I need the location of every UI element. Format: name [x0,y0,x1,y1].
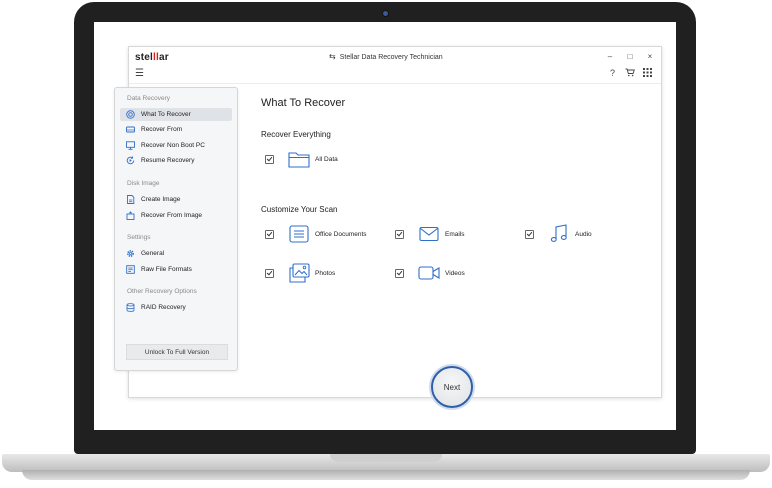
section-settings: Settings [127,234,151,241]
apps-grid-icon[interactable] [643,68,652,79]
stellar-logo: stelllar [135,52,169,63]
unlock-full-version-button[interactable]: Unlock To Full Version [126,344,228,360]
page-title: What To Recover [261,97,346,109]
sidebar-item-what-to-recover[interactable]: What To Recover [120,108,232,121]
option-audio[interactable]: Audio [525,224,592,244]
option-emails[interactable]: Emails [395,224,465,244]
raid-icon [125,303,135,313]
sidebar-item-general[interactable]: General [120,247,232,260]
app-window: stelllar ⇆ Stellar Data Recovery Technici… [114,46,662,408]
menu-icon[interactable]: ☰ [135,68,144,79]
sidebar-item-raw-file-formats[interactable]: Raw File Formats [120,263,232,276]
webcam [383,11,388,16]
sidebar-item-create-image[interactable]: Create Image [120,193,232,206]
folder-icon [288,149,310,169]
target-icon [125,110,135,120]
photos-checkbox[interactable] [265,268,274,278]
sidebar-item-raid-recovery[interactable]: RAID Recovery [120,301,232,314]
next-button[interactable]: Next [431,366,473,408]
video-icon [418,263,440,283]
drive-icon [125,125,135,135]
recover-image-icon [125,211,135,221]
customize-scan-heading: Customize Your Scan [261,205,338,214]
sidebar-item-recover-from-image[interactable]: Recover From Image [120,209,232,222]
laptop-screen: stelllar ⇆ Stellar Data Recovery Technici… [94,22,676,430]
recover-everything-heading: Recover Everything [261,130,331,139]
section-data-recovery: Data Recovery [127,95,170,102]
monitor-icon [125,141,135,151]
maximize-button[interactable]: □ [625,52,635,61]
sidebar-item-resume-recovery[interactable]: Resume Recovery [120,154,232,167]
audio-checkbox[interactable] [525,229,534,239]
toolbar: ☰ ? [129,67,661,84]
option-office-documents[interactable]: Office Documents [265,224,367,244]
option-all-data[interactable]: All Data [265,149,338,169]
title-bar: stelllar ⇆ Stellar Data Recovery Technici… [129,47,661,67]
swap-icon: ⇆ [329,52,336,61]
sidebar-item-recover-non-boot-pc[interactable]: Recover Non Boot PC [120,139,232,152]
document-icon [288,224,310,244]
create-image-icon [125,195,135,205]
emails-checkbox[interactable] [395,229,404,239]
cart-icon[interactable] [625,68,635,79]
raw-formats-icon [125,265,135,275]
laptop-notch [330,454,442,462]
window-title: ⇆ Stellar Data Recovery Technician [329,52,443,61]
section-other-recovery-options: Other Recovery Options [127,288,197,295]
photos-icon [288,263,310,283]
section-disk-image: Disk Image [127,180,160,187]
option-videos[interactable]: Videos [395,263,465,283]
minimize-button[interactable]: – [605,52,615,61]
sidebar-item-recover-from[interactable]: Recover From [120,123,232,136]
gear-icon [125,249,135,259]
laptop-base-bottom [22,470,750,480]
email-icon [418,224,440,244]
sidebar: Data Recovery What To Recover Recover Fr… [114,87,238,371]
music-icon [548,224,570,244]
close-button[interactable]: × [645,52,655,61]
office-documents-checkbox[interactable] [265,229,274,239]
help-button[interactable]: ? [610,68,615,78]
all-data-checkbox[interactable] [265,154,274,164]
option-photos[interactable]: Photos [265,263,335,283]
videos-checkbox[interactable] [395,268,404,278]
resume-icon [125,156,135,166]
